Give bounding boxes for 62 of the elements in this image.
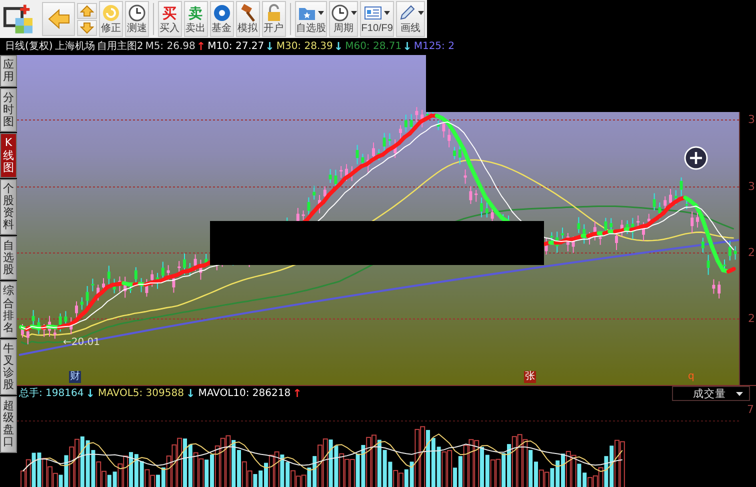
template-label: 自用主图2 bbox=[96, 40, 144, 53]
sidebar-tab[interactable]: 个股资料 bbox=[0, 178, 17, 236]
indicator-value: M30: 28.39 bbox=[276, 40, 333, 53]
indicator-value: M10: 27.27 bbox=[208, 40, 264, 53]
toolbar-button[interactable]: 模拟 bbox=[236, 1, 260, 37]
event-marker[interactable]: 财 bbox=[69, 371, 81, 383]
pencil-icon bbox=[398, 4, 416, 22]
caret-icon bbox=[736, 392, 743, 396]
price-axis-label: 3 bbox=[748, 113, 755, 126]
trend-arrow: ↑ bbox=[196, 40, 206, 53]
sidebar-tab[interactable]: 牛叉诊股 bbox=[0, 338, 17, 396]
trend-arrow: ↓ bbox=[86, 387, 95, 400]
clock-icon bbox=[330, 4, 349, 22]
toolbar-button[interactable]: 画线 bbox=[396, 1, 425, 37]
up-button[interactable] bbox=[76, 2, 97, 18]
clock-icon bbox=[128, 4, 146, 22]
up-arrow-icon bbox=[80, 4, 94, 16]
indicator-value: M125: 2 bbox=[414, 40, 454, 53]
sidebar-tab[interactable]: K线图 bbox=[0, 133, 17, 178]
sidebar-tab[interactable]: 分时图 bbox=[0, 88, 17, 132]
trend-arrow: ↓ bbox=[402, 40, 412, 53]
toolbar-button[interactable]: 卖 卖出 bbox=[184, 1, 208, 37]
refresh-icon bbox=[102, 4, 120, 22]
toolbar-button[interactable]: 测速 bbox=[124, 1, 149, 37]
period-label: 日线(复权) bbox=[5, 40, 53, 53]
trend-arrow: ↑ bbox=[292, 387, 302, 400]
down-button[interactable] bbox=[76, 20, 97, 36]
indicator-dropdown[interactable]: 成交量 bbox=[672, 386, 750, 401]
sidebar-tab[interactable]: 应用 bbox=[0, 55, 17, 88]
price-axis-label: 2 bbox=[748, 312, 755, 325]
document-icon bbox=[364, 4, 382, 22]
volume-indicator: MAVOL5: 309588 bbox=[98, 387, 184, 400]
back-button[interactable] bbox=[42, 2, 75, 36]
sidebar-tab[interactable]: 综合排名 bbox=[0, 281, 17, 338]
left-arrow-icon bbox=[48, 9, 70, 29]
gavel-icon bbox=[238, 4, 257, 22]
toolbar-button[interactable]: 修正 bbox=[98, 1, 123, 37]
toolbar-button[interactable]: 自选股 bbox=[294, 1, 328, 37]
toolbar-button[interactable]: 开户 bbox=[262, 1, 286, 37]
volume-indicator: MAVOL10: 286218 bbox=[198, 387, 291, 400]
toolbar-button[interactable]: 基金 bbox=[210, 1, 234, 37]
sidebar-tab[interactable]: 自选股 bbox=[0, 236, 17, 280]
indicator-value: M60: 28.71 bbox=[345, 40, 402, 53]
trend-arrow: ↓ bbox=[265, 40, 274, 53]
buy-icon: 买 bbox=[162, 4, 177, 22]
zoom-in-button[interactable] bbox=[684, 146, 708, 170]
stock-name: 上海机场 bbox=[54, 40, 95, 53]
toolbar-button[interactable]: 周期 bbox=[329, 1, 358, 37]
volume-axis-label: 7 bbox=[747, 403, 754, 416]
toolbar-button[interactable]: F10/F9 bbox=[360, 1, 394, 37]
price-axis-label: 2 bbox=[748, 246, 755, 259]
price-axis-label: 3 bbox=[748, 180, 755, 193]
fund-icon bbox=[212, 4, 231, 22]
indicator-value: M5: 26.98 bbox=[145, 40, 196, 53]
volume-indicator: 总手: 198164 bbox=[19, 387, 84, 400]
trend-arrow: ↓ bbox=[334, 40, 344, 53]
toolbar-button[interactable]: 买 买入 bbox=[158, 1, 182, 37]
event-marker[interactable]: 张 bbox=[524, 371, 536, 383]
sell-icon: 卖 bbox=[188, 4, 203, 22]
down-arrow-icon bbox=[80, 22, 94, 34]
sidebar-tab[interactable]: 超级盘口 bbox=[0, 396, 17, 453]
trend-arrow: ↓ bbox=[186, 387, 196, 400]
